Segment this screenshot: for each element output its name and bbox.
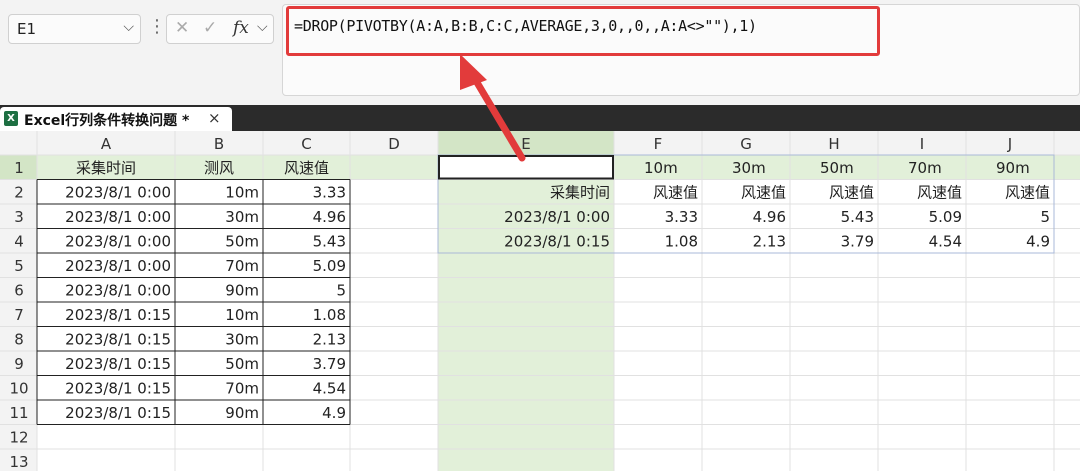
source-data-cell: 90m — [225, 282, 259, 300]
source-data-cell: 2023/8/1 0:15 — [65, 380, 171, 398]
row-header-13: 13 — [9, 453, 28, 471]
source-data-cell: 10m — [225, 184, 259, 202]
source-data-cell: 10m — [225, 306, 259, 324]
annotation-highlight-box — [286, 6, 880, 56]
column-header-d: D — [388, 135, 400, 153]
source-header-cell: 风速值 — [284, 159, 329, 177]
result-header-cell: 10m — [644, 159, 678, 177]
result-data-cell: 4.54 — [929, 233, 962, 251]
source-header-cell: 采集时间 — [76, 159, 136, 177]
source-data-cell: 2023/8/1 0:00 — [65, 233, 171, 251]
result-header-cell: 50m — [820, 159, 854, 177]
row-header-8: 8 — [14, 331, 24, 349]
column-header-a: A — [101, 135, 112, 153]
result-data-cell: 2023/8/1 0:00 — [504, 208, 610, 226]
source-data-cell: 30m — [225, 331, 259, 349]
row-header-12: 12 — [9, 429, 28, 447]
formula-buttons: ✕ ✓ fx ⌵ — [166, 14, 274, 44]
source-data-cell: 90m — [225, 404, 259, 422]
result-data-cell: 4.96 — [753, 208, 786, 226]
row-header-4: 4 — [14, 233, 24, 251]
row-header-9: 9 — [14, 355, 24, 373]
result-data-cell: 2.13 — [753, 233, 786, 251]
row-header-7: 7 — [14, 306, 24, 324]
worksheet[interactable]: A B C D E F G H I J 1 2 3 4 5 6 7 8 9 10 11 12 13 采集时间 测风 风速值 2023… — [0, 131, 1080, 471]
row-header-5: 5 — [14, 257, 24, 275]
result-data-cell: 风速值 — [653, 184, 698, 202]
columnE-highlight — [438, 155, 614, 471]
source-data-cell: 2023/8/1 0:15 — [65, 306, 171, 324]
source-data-cell: 5.43 — [313, 233, 346, 251]
result-data-cell: 采集时间 — [550, 184, 610, 202]
source-data-cell: 2023/8/1 0:15 — [65, 355, 171, 373]
row-header-3: 3 — [14, 208, 24, 226]
source-data-cell: 50m — [225, 233, 259, 251]
name-box-value: E1 — [17, 20, 37, 38]
close-icon[interactable]: × — [208, 109, 221, 127]
source-data-cell: 5 — [336, 282, 346, 300]
column-header-j: J — [1007, 135, 1012, 153]
workbook-tab[interactable]: X Excel行列条件转换问题 * × — [0, 107, 232, 131]
source-data-cell: 5.09 — [313, 257, 346, 275]
row-header-2: 2 — [14, 184, 24, 202]
column-header-i: I — [920, 135, 924, 153]
source-data-cell: 50m — [225, 355, 259, 373]
source-data-cell: 2023/8/1 0:00 — [65, 282, 171, 300]
name-box[interactable]: E1 ⌵ — [8, 14, 141, 44]
source-data-cell: 2023/8/1 0:00 — [65, 257, 171, 275]
workbook-tab-title: Excel行列条件转换问题 * — [24, 113, 190, 129]
result-header-cell: 90m — [996, 159, 1030, 177]
more-options-icon[interactable]: ⋮ — [148, 16, 166, 37]
source-data-cell: 1.08 — [313, 306, 346, 324]
row-header-11: 11 — [9, 404, 28, 422]
column-header-g: G — [740, 135, 752, 153]
insert-function-icon[interactable]: fx — [233, 18, 249, 38]
result-data-cell: 风速值 — [1005, 184, 1050, 202]
source-data-cell: 2023/8/1 0:00 — [65, 184, 171, 202]
row-header-6: 6 — [14, 282, 24, 300]
row-header-10: 10 — [9, 380, 28, 398]
cancel-icon[interactable]: ✕ — [175, 18, 189, 38]
result-header-cell: 30m — [732, 159, 766, 177]
column-header-f: F — [654, 135, 663, 153]
source-data-cell: 3.79 — [313, 355, 346, 373]
result-data-cell: 2023/8/1 0:15 — [504, 233, 610, 251]
result-data-cell: 5.43 — [841, 208, 874, 226]
source-data-cell: 2.13 — [313, 331, 346, 349]
source-data-cell: 2023/8/1 0:15 — [65, 331, 171, 349]
chevron-down-icon[interactable]: ⌵ — [123, 19, 134, 35]
source-data-cell: 3.33 — [313, 184, 346, 202]
confirm-icon[interactable]: ✓ — [203, 18, 217, 38]
result-data-cell: 3.79 — [841, 233, 874, 251]
result-data-cell: 5 — [1040, 208, 1050, 226]
source-data-cell: 2023/8/1 0:15 — [65, 404, 171, 422]
source-header-cell: 测风 — [204, 159, 234, 177]
result-data-cell: 风速值 — [741, 184, 786, 202]
column-header-b: B — [214, 135, 224, 153]
source-data-cell: 4.96 — [313, 208, 346, 226]
excel-file-icon: X — [4, 111, 18, 126]
source-data-cell: 70m — [225, 257, 259, 275]
source-data-cell: 70m — [225, 380, 259, 398]
column-header-e: E — [521, 135, 530, 153]
column-header-c: C — [301, 135, 311, 153]
result-data-cell: 4.9 — [1026, 233, 1050, 251]
source-data-cell: 2023/8/1 0:00 — [65, 208, 171, 226]
result-data-cell: 3.33 — [665, 208, 698, 226]
source-data-cell: 4.9 — [322, 404, 346, 422]
row-header-1: 1 — [14, 159, 24, 177]
source-data-cell: 30m — [225, 208, 259, 226]
column-header-h: H — [828, 135, 839, 153]
active-cell-e1[interactable] — [438, 155, 614, 180]
result-data-cell: 风速值 — [829, 184, 874, 202]
result-data-cell: 1.08 — [665, 233, 698, 251]
result-data-cell: 风速值 — [917, 184, 962, 202]
source-data-cell: 4.54 — [313, 380, 346, 398]
result-data-cell: 5.09 — [929, 208, 962, 226]
result-header-cell: 70m — [908, 159, 942, 177]
cell-grid[interactable]: A B C D E F G H I J12345678910111213采集时间 测风 风速值2023… — [0, 131, 1080, 471]
chevron-down-icon[interactable]: ⌵ — [257, 19, 268, 35]
